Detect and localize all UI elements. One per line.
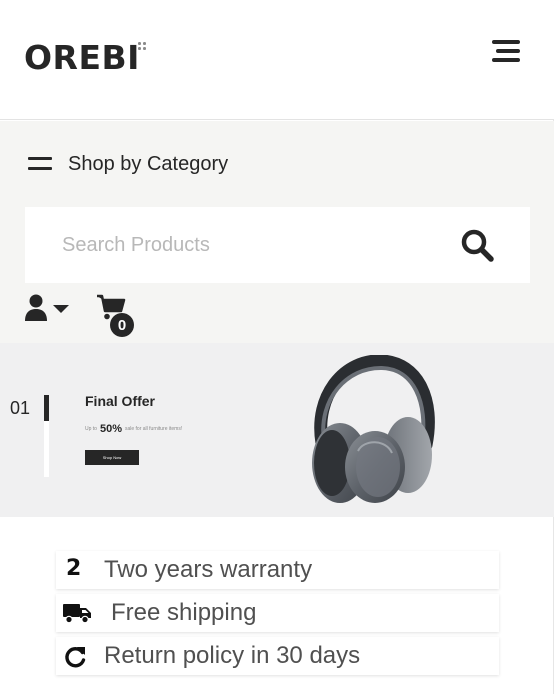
category-label: Shop by Category: [68, 152, 229, 175]
menu-button[interactable]: [490, 40, 520, 64]
menu-icon-bar: [496, 49, 520, 53]
cart-count-badge: 0: [110, 313, 134, 337]
slide-number[interactable]: 01: [10, 398, 30, 419]
feature-label: Return policy in 30 days: [104, 642, 361, 669]
slide-progress-indicator: [44, 395, 49, 421]
feature-label: Free shipping: [111, 599, 257, 626]
search-bar: [25, 207, 530, 283]
offer-suffix: sale for all furniture items!: [124, 426, 183, 432]
category-menu-icon: [28, 156, 52, 172]
search-band: Shop by Category 0: [0, 121, 554, 343]
logo-dots-icon: [138, 42, 148, 52]
cart-button[interactable]: 0: [96, 293, 138, 341]
menu-icon-bar: [492, 40, 520, 44]
search-input[interactable]: [25, 207, 455, 283]
promo-banner: 01 Final Offer Up to 50% sale for all fu…: [0, 343, 554, 517]
feature-returns: Return policy in 30 days: [56, 637, 499, 675]
logo[interactable]: OREBI: [24, 38, 140, 77]
feature-warranty: 2 Two years warranty: [56, 551, 499, 589]
feature-shipping: Free shipping: [56, 594, 499, 632]
menu-icon-bar: [492, 58, 520, 62]
feature-label: Two years warranty: [104, 556, 313, 583]
shop-now-button[interactable]: Shop Now: [85, 450, 139, 465]
offer-line: Up to 50% sale for all furniture items!: [85, 423, 182, 435]
shop-by-category-button[interactable]: Shop by Category: [28, 149, 228, 179]
offer-discount: 50%: [99, 423, 122, 435]
account-button[interactable]: [24, 293, 72, 323]
user-icon: [25, 294, 69, 321]
two-years-icon: 2: [66, 556, 82, 581]
site-header: OREBI: [0, 0, 554, 120]
offer-title: Final Offer: [85, 393, 156, 409]
caret-down-icon: [53, 305, 69, 313]
offer-prefix: Up to: [85, 426, 97, 432]
refresh-icon: [63, 645, 87, 669]
search-icon[interactable]: [459, 227, 495, 263]
headphones-image: [312, 355, 435, 503]
truck-icon: [62, 602, 92, 624]
